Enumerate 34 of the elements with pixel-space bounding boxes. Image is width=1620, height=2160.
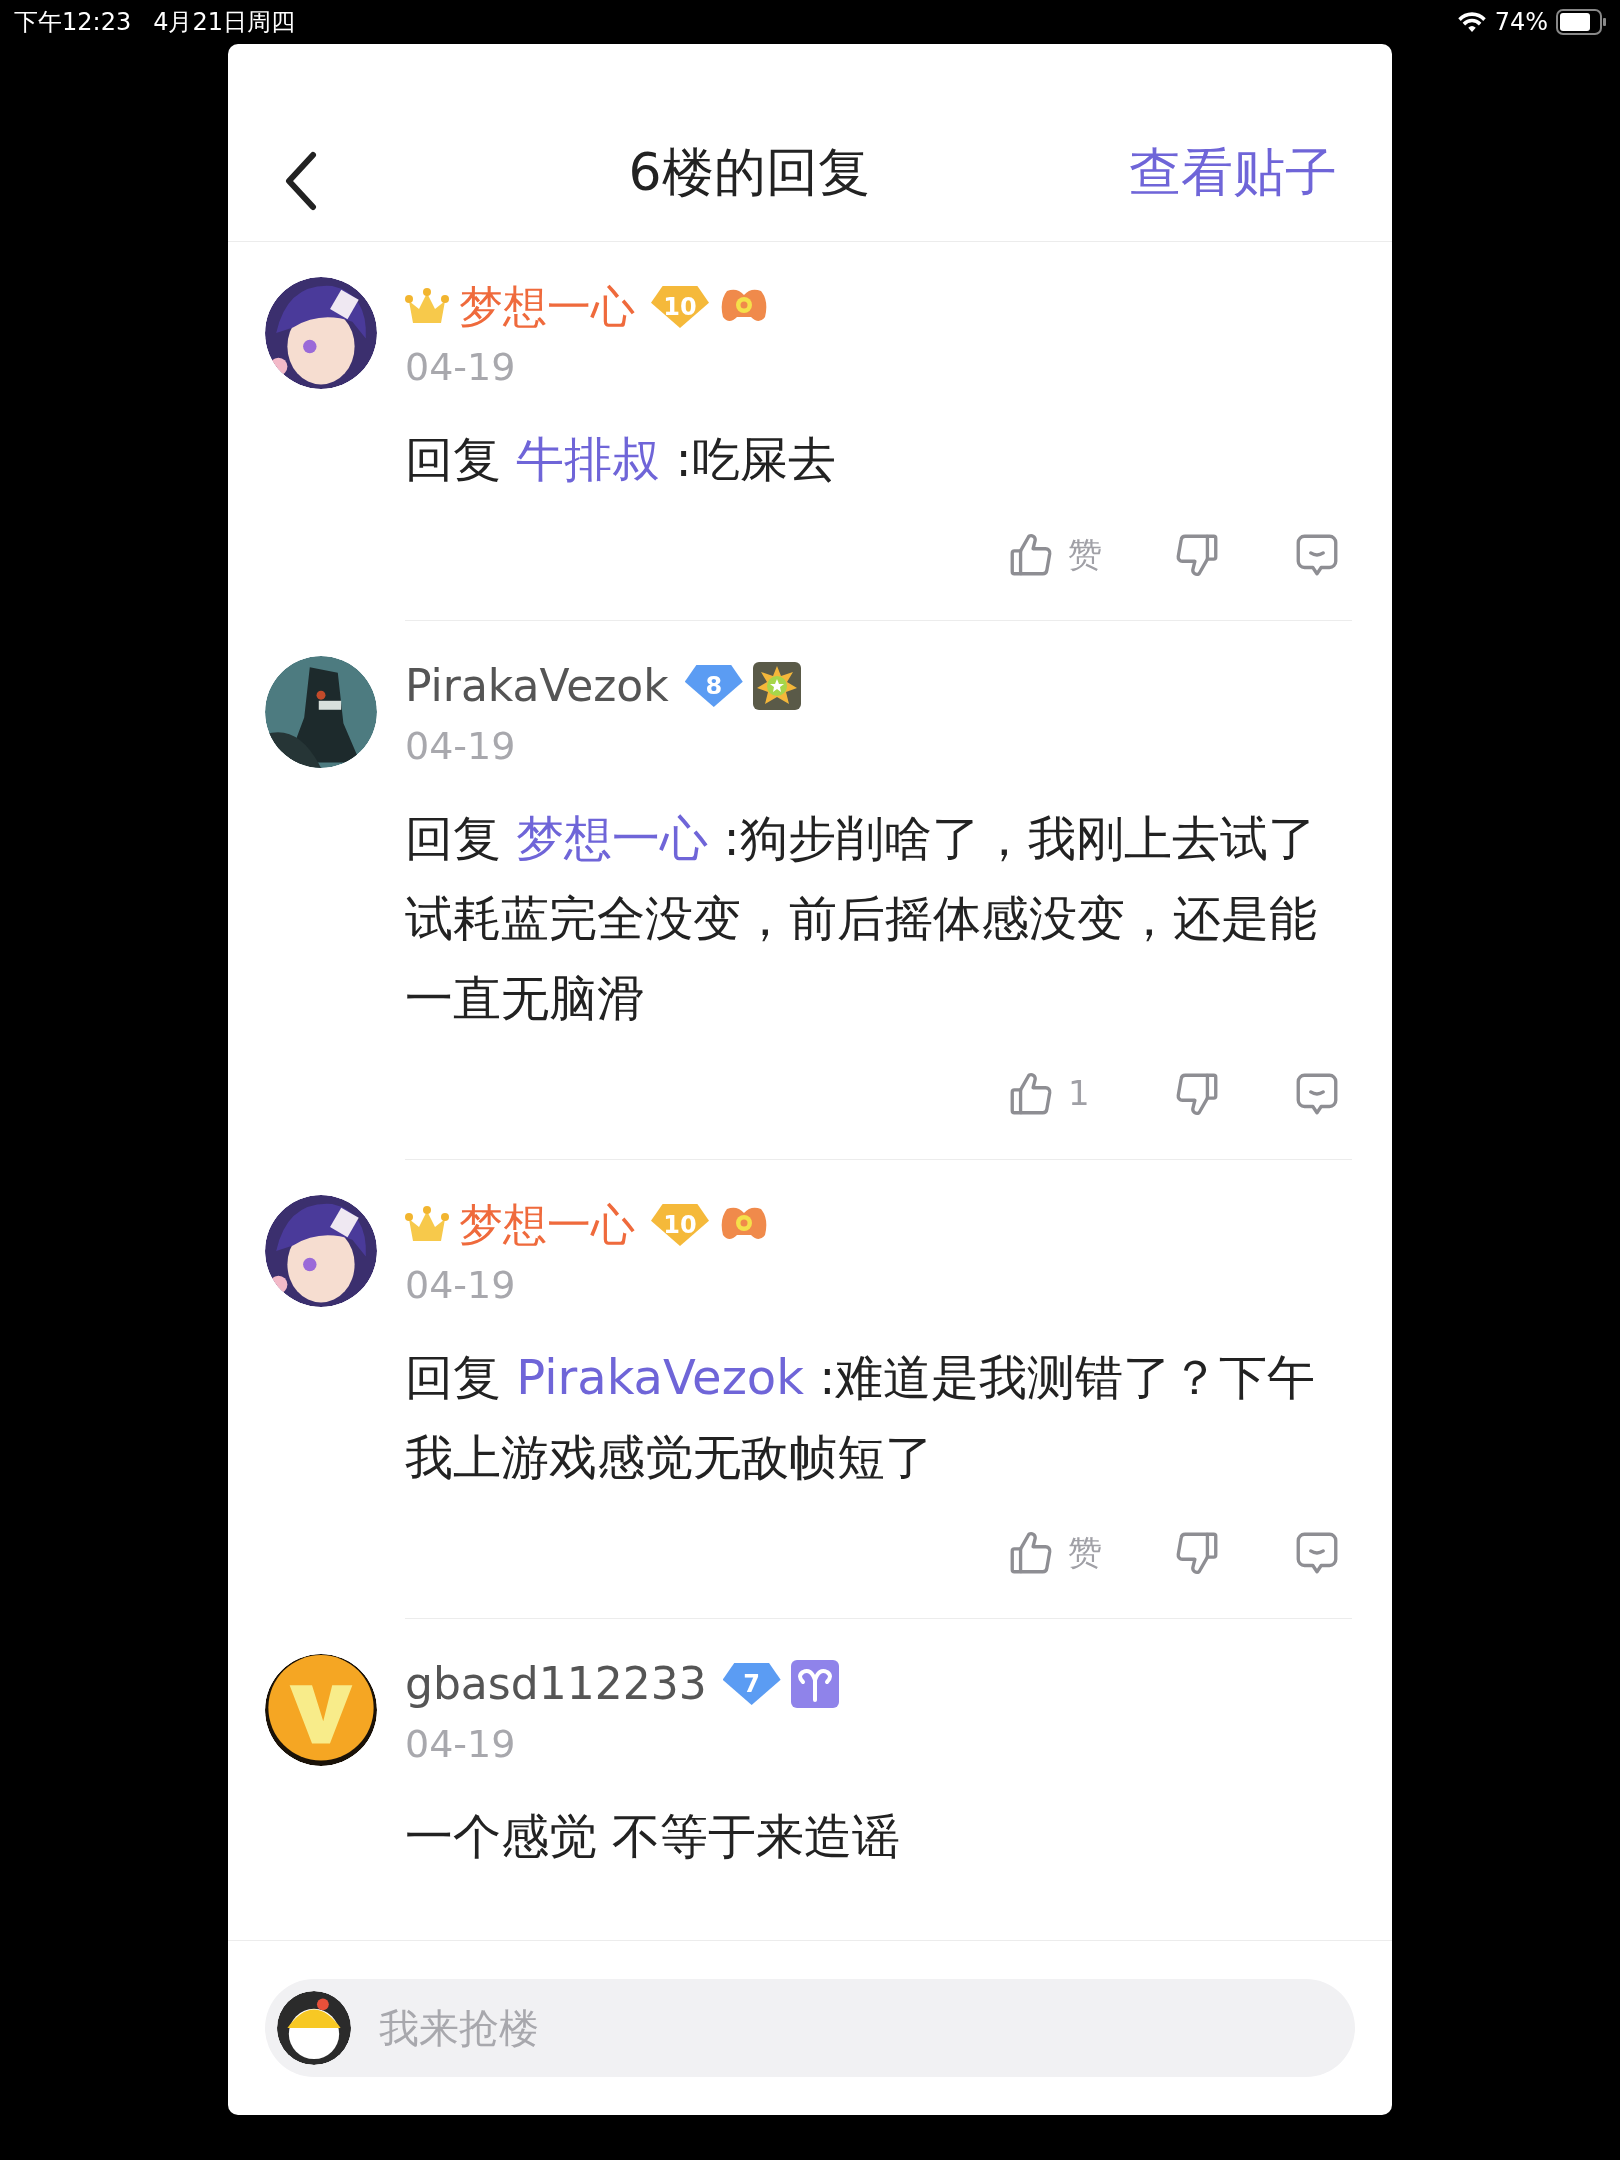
comment-text: 一个感觉 不等于来造谣 (405, 1807, 902, 1866)
comment-input[interactable]: 我来抢楼 (265, 1979, 1355, 2077)
like-count: 1 (1068, 1072, 1091, 1115)
aries-icon (790, 1660, 839, 1708)
medal-icon (752, 662, 801, 710)
comment-text: 回复 PirakaVezok :难道是我测错了？下午我上游戏感觉无敌帧短了 (405, 1348, 1317, 1487)
comment-date: 04-19 (405, 1721, 517, 1768)
level-badge: 7 (722, 1663, 781, 1705)
username[interactable]: 梦想一心 (459, 274, 635, 340)
comment-text: 回复 牛排叔 :吃屎去 (405, 430, 837, 489)
comment-date: 04-19 (405, 1262, 517, 1309)
back-icon[interactable] (283, 151, 319, 211)
user-link[interactable]: 梦想一心 (516, 810, 724, 866)
like-count: 赞 (1068, 533, 1102, 576)
comment-text: 回复 梦想一心 :狗步削啥了，我刚上去试了试耗蓝完全没变，前后摇体感没变，还是能一直无脑滑 (405, 809, 1318, 1028)
username[interactable]: gbasd112233 (405, 1651, 707, 1717)
level-badge: 8 (684, 665, 743, 707)
battery-icon (1556, 9, 1606, 35)
user-link[interactable]: 牛排叔 (516, 431, 676, 487)
level-badge: 10 (651, 1204, 709, 1246)
comment-date: 04-19 (405, 344, 517, 391)
user-link[interactable]: PirakaVezok (516, 1349, 820, 1405)
wifi-icon (1456, 10, 1487, 34)
like-count: 赞 (1068, 1531, 1102, 1574)
username[interactable]: PirakaVezok (405, 653, 669, 719)
page-title: 6楼的回复 (627, 141, 871, 204)
level-badge: 10 (651, 286, 709, 328)
comment-date: 04-19 (405, 723, 517, 770)
username[interactable]: 梦想一心 (459, 1192, 635, 1258)
input-text[interactable]: 我来抢楼 (379, 1998, 1355, 2058)
status-date: 4月21日周四 (153, 7, 295, 38)
status-time: 下午12:23 (14, 7, 132, 38)
view-post-link[interactable]: 查看贴子 (1129, 133, 1337, 211)
battery-percent: 74% (1494, 7, 1548, 38)
